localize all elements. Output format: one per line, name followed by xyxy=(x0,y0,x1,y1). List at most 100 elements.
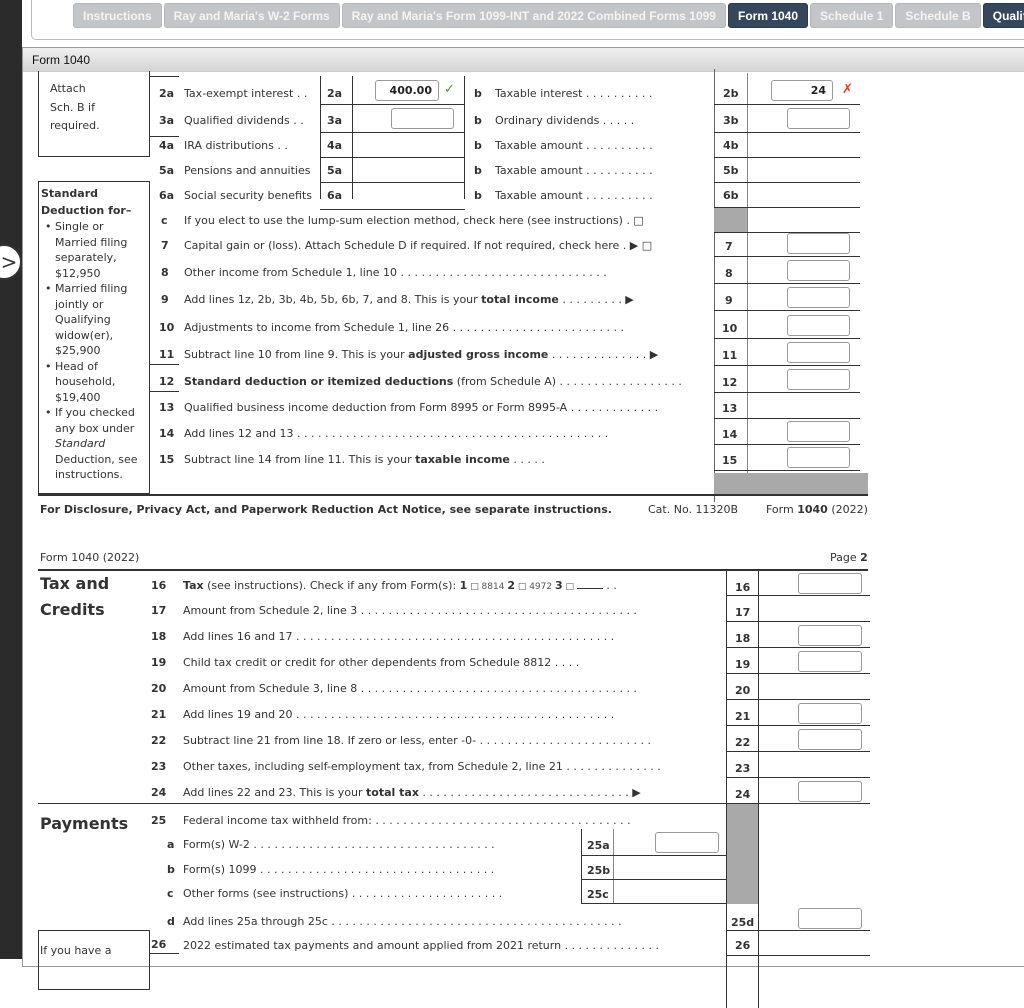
line-number: 22 xyxy=(151,734,167,747)
line-number: 23 xyxy=(151,760,167,773)
line-letter: c xyxy=(167,887,174,900)
cat-number: Cat. No. 11320B xyxy=(648,503,739,516)
box-label: 19 xyxy=(735,658,751,671)
std-item-text: $25,900 xyxy=(55,344,101,357)
std-item: • Head of household, $19,400 xyxy=(45,359,116,404)
attach-note: Attach Sch. B if required. xyxy=(50,81,100,134)
payments-title: Payments xyxy=(40,814,129,833)
line-letter: a xyxy=(167,838,175,851)
line-label-part: Add lines 22 and 23. This is your xyxy=(183,786,367,799)
line-label: Taxable amount . . . . . . . . . . xyxy=(495,139,653,152)
divider xyxy=(714,418,860,419)
box-label: 26 xyxy=(735,939,751,952)
box-label: 25d xyxy=(731,916,755,929)
line-label-bold: taxable income xyxy=(415,453,510,466)
line-2b-input[interactable] xyxy=(771,80,833,101)
form-8814-checkbox[interactable]: □ 8814 xyxy=(467,582,507,592)
std-item: • Married filing jointly or Qualifying widow… xyxy=(45,282,128,357)
tab-bar: Instructions Ray and Maria's W-2 Forms R… xyxy=(73,3,1024,28)
line-label-part: . . . . . . . . . ▶ xyxy=(558,293,634,306)
tab-qualified-dividends[interactable]: Qualified D xyxy=(982,3,1024,28)
line-25d-input[interactable] xyxy=(798,908,862,929)
box-label: 11 xyxy=(722,349,738,362)
std-item-text: Standard xyxy=(55,437,106,450)
std-item-text: $12,950 xyxy=(55,266,101,280)
tab-schedule-1[interactable]: Schedule 1 xyxy=(810,3,894,28)
box-label: 4a xyxy=(327,139,343,152)
line-label: Add lines 12 and 13 . . . . . . . . . . … xyxy=(184,427,609,440)
divider xyxy=(726,699,870,700)
line-19-input[interactable] xyxy=(798,651,862,672)
form-4972-checkbox[interactable]: □ 4972 xyxy=(515,582,555,592)
line-16-input[interactable] xyxy=(798,573,862,594)
tab-form-1040[interactable]: Form 1040 xyxy=(727,3,809,28)
std-item-text: Married filing xyxy=(55,282,128,295)
box-label: 7 xyxy=(725,240,733,253)
form-panel: Form 1040 Attach Sch. B if required. 2a … xyxy=(22,47,1024,1008)
line-9-input[interactable] xyxy=(787,287,850,308)
section-title-line: Credits xyxy=(40,600,105,619)
line-label: Other income from Schedule 1, line 10 . … xyxy=(184,266,607,279)
divider xyxy=(726,955,870,956)
left-sidebar-strip xyxy=(0,0,22,959)
line-label: Ordinary dividends . . . . . xyxy=(495,114,635,127)
divider xyxy=(714,338,860,339)
box-label: 13 xyxy=(722,402,738,415)
std-item-text: widow(er), xyxy=(55,328,114,342)
line-number: 20 xyxy=(151,682,167,695)
divider xyxy=(714,392,860,393)
gray-cell xyxy=(714,208,747,232)
standard-deduction-info: Standard Deduction for– • Single or Marrie… xyxy=(41,185,147,483)
line-10-input[interactable] xyxy=(787,315,850,336)
line-3a-input[interactable] xyxy=(391,108,454,129)
divider xyxy=(726,751,870,752)
line-15-input[interactable] xyxy=(787,447,850,468)
line-number: 16 xyxy=(151,579,167,592)
line-14-input[interactable] xyxy=(787,421,850,442)
line-22-input[interactable] xyxy=(798,729,862,750)
line-number: 6a xyxy=(159,189,175,202)
std-item-text: Qualifying xyxy=(55,313,111,326)
tab-schedule-b[interactable]: Schedule B xyxy=(895,3,981,28)
tab-instructions[interactable]: Instructions xyxy=(73,3,162,28)
line-label: Form(s) 1099 . . . . . . . . . . . . . .… xyxy=(183,863,495,876)
divider xyxy=(726,930,870,931)
line-number: 19 xyxy=(151,656,167,669)
line-2a-input[interactable] xyxy=(375,80,439,101)
line-11-input[interactable] xyxy=(787,342,850,363)
line-12-input[interactable] xyxy=(787,369,850,390)
box-label: 6a xyxy=(327,189,343,202)
divider xyxy=(714,132,860,133)
form-other-blank[interactable] xyxy=(576,588,603,589)
attach-note-line: required. xyxy=(50,119,100,132)
divider xyxy=(714,104,860,105)
line-number: 12 xyxy=(159,375,175,388)
divider xyxy=(38,494,868,496)
panel-title: Form 1040 xyxy=(23,48,1024,72)
divider xyxy=(726,725,870,726)
line-16-tail: . . xyxy=(602,579,617,592)
divider xyxy=(726,673,870,674)
divider xyxy=(714,69,715,502)
divider xyxy=(726,595,870,596)
line-25a-input[interactable] xyxy=(655,832,719,853)
box-label: 5a xyxy=(327,164,343,177)
box-label: 2a xyxy=(327,87,343,100)
box-label: 24 xyxy=(735,788,751,801)
tab-1099-forms[interactable]: Ray and Maria's Form 1099-INT and 2022 C… xyxy=(341,3,726,28)
line-6c-label[interactable]: If you elect to use the lump-sum electio… xyxy=(184,214,644,227)
line-8-input[interactable] xyxy=(787,260,850,281)
line-21-input[interactable] xyxy=(798,703,862,724)
line-number: 8 xyxy=(161,266,169,279)
line-number: 21 xyxy=(151,708,167,721)
line-24-input[interactable] xyxy=(798,781,862,802)
box-label: 5b xyxy=(723,164,739,177)
line-18-input[interactable] xyxy=(798,625,862,646)
line-label-part: Subtract line 10 from line 9. This is yo… xyxy=(184,348,409,361)
std-item-text: Deduction, see xyxy=(55,452,138,466)
line-7-input[interactable] xyxy=(787,233,850,254)
tab-w2-forms[interactable]: Ray and Maria's W-2 Forms xyxy=(163,3,340,28)
line-3b-input[interactable] xyxy=(787,108,850,129)
divider xyxy=(581,855,726,856)
form-other-checkbox[interactable]: □ xyxy=(563,582,577,592)
